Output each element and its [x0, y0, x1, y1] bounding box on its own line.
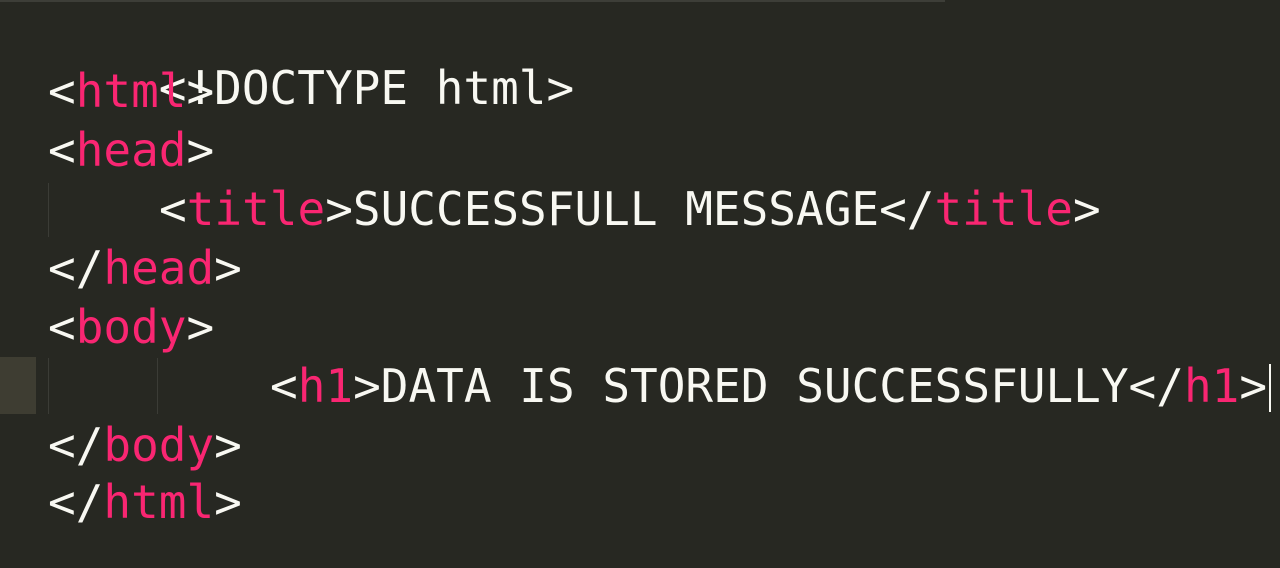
code-editor[interactable]: <!DOCTYPE html> <html> <head> <title>SUC… — [0, 0, 1280, 568]
tag-bracket: </ — [48, 418, 104, 472]
code-line-4[interactable]: <title>SUCCESSFULL MESSAGE</title> — [159, 181, 1101, 237]
code-line-7-active[interactable]: <h1>DATA IS STORED SUCCESSFULLY</h1> — [270, 358, 1272, 414]
tag-bracket: > — [214, 475, 242, 529]
tag-name-head-end: head — [103, 241, 215, 295]
indent-guide — [157, 358, 158, 414]
tag-name-html-end: html — [103, 475, 215, 529]
tag-bracket: > — [1072, 182, 1101, 236]
tag-bracket: > — [186, 123, 215, 177]
h1-text: DATA IS STORED SUCCESSFULLY — [380, 359, 1129, 413]
active-line-gutter-marker — [0, 357, 36, 414]
tag-name-title: title — [186, 182, 326, 236]
text-cursor — [1269, 364, 1272, 412]
tag-bracket: > — [186, 64, 215, 118]
tag-bracket: > — [214, 241, 242, 295]
editor-top-border — [0, 0, 945, 2]
indent-guide — [48, 183, 49, 237]
tag-bracket: </ — [1128, 359, 1184, 413]
tag-bracket: > — [214, 418, 242, 472]
code-line-9[interactable]: </html> — [48, 474, 242, 530]
tag-name-body: body — [75, 300, 187, 354]
tag-bracket: </ — [48, 475, 104, 529]
tag-bracket: > — [186, 300, 215, 354]
title-text: SUCCESSFULL MESSAGE — [352, 182, 880, 236]
tag-bracket: < — [48, 64, 76, 118]
code-line-6[interactable]: <body> — [48, 299, 214, 355]
tag-name-title-end: title — [934, 182, 1073, 236]
indent-guide — [48, 358, 49, 414]
code-line-1[interactable]: <!DOCTYPE html> — [48, 4, 574, 115]
tag-bracket: > — [353, 359, 381, 413]
code-line-3[interactable]: <head> — [48, 122, 214, 178]
tag-bracket: < — [48, 300, 76, 354]
tag-name-h1: h1 — [297, 359, 354, 413]
tag-bracket: < — [159, 182, 187, 236]
tag-bracket: </ — [879, 182, 935, 236]
tag-name-h1-end: h1 — [1183, 359, 1240, 413]
tag-bracket: > — [1239, 359, 1268, 413]
tag-name-body-end: body — [103, 418, 215, 472]
tag-bracket: </ — [48, 241, 104, 295]
tag-name-head: head — [75, 123, 187, 177]
tag-bracket: > — [325, 182, 353, 236]
code-line-2[interactable]: <html> — [48, 63, 214, 119]
code-line-8[interactable]: </body> — [48, 417, 242, 473]
tag-bracket: < — [270, 359, 298, 413]
tag-name-html: html — [75, 64, 187, 118]
code-line-5[interactable]: </head> — [48, 240, 242, 296]
doctype-declaration: <!DOCTYPE html> — [158, 61, 575, 115]
tag-bracket: < — [48, 123, 76, 177]
